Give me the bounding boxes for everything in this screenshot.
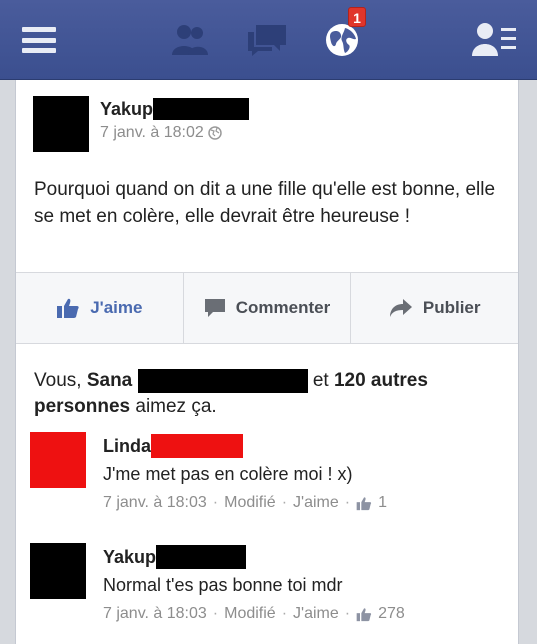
- author-row: Yakup: [100, 98, 250, 120]
- comment-label: Commenter: [235, 298, 331, 317]
- redacted-surname: [151, 434, 243, 458]
- comment-text: J'me met pas en colère moi ! x): [103, 464, 353, 484]
- public-globe-icon: [208, 126, 222, 140]
- notification-badge: 1: [348, 7, 366, 27]
- redacted-surname: [156, 545, 247, 569]
- author-name[interactable]: Yakup: [100, 99, 153, 120]
- comment-time[interactable]: 7 janv. à 18:03: [103, 605, 207, 623]
- thumbs-up-icon: [356, 607, 372, 621]
- menu-icon[interactable]: [18, 0, 60, 80]
- comment-text: Normal t'es pas bonne toi mdr: [103, 575, 343, 595]
- comment-meta: 7 janv. à 18:03 · Modifié · J'aime · 278: [103, 605, 405, 623]
- friend-requests-icon[interactable]: [168, 0, 212, 80]
- likes-prefix: Vous,: [34, 370, 87, 391]
- post-card: Yakup 7 janv. à 18:02 Pourquoi quand on …: [15, 80, 519, 644]
- comment-icon: [204, 299, 225, 317]
- thumbs-up-icon: [356, 496, 372, 510]
- thumbs-up-icon: [57, 298, 79, 318]
- messages-icon[interactable]: [244, 0, 292, 80]
- comment-author-name: Linda: [103, 435, 151, 456]
- comment-edited-label[interactable]: Modifié: [224, 494, 276, 512]
- share-label: Publier: [422, 298, 481, 317]
- comment-edited-label[interactable]: Modifié: [224, 605, 276, 623]
- post-time-text: 7 janv. à 18:02: [100, 124, 204, 141]
- comment-meta: 7 janv. à 18:03 · Modifié · J'aime · 1: [103, 494, 387, 512]
- comment-button[interactable]: Commenter: [184, 273, 352, 343]
- redacted-surname: [153, 98, 250, 120]
- author-avatar[interactable]: [33, 96, 89, 152]
- post-body: Pourquoi quand on dit a une fille qu'ell…: [34, 179, 496, 227]
- comment-like-count[interactable]: 278: [378, 605, 405, 623]
- share-button[interactable]: Publier: [351, 273, 518, 343]
- contacts-icon[interactable]: [470, 0, 520, 80]
- likes-middle: et: [312, 370, 334, 391]
- comment-avatar[interactable]: [30, 432, 86, 488]
- comment-time[interactable]: 7 janv. à 18:03: [103, 494, 207, 512]
- comment-like-button[interactable]: J'aime: [293, 494, 339, 512]
- comment-author[interactable]: Yakup: [103, 545, 247, 569]
- redacted-surname: [137, 368, 308, 393]
- comment-like-count[interactable]: 1: [378, 494, 387, 512]
- comment-avatar[interactable]: [30, 543, 86, 599]
- top-bar: 1: [0, 0, 537, 80]
- post-timestamp[interactable]: 7 janv. à 18:02: [100, 124, 222, 142]
- likes-summary[interactable]: Vous, Sana et 120 autres personnes aimez…: [34, 368, 504, 420]
- comment-author-name: Yakup: [103, 546, 157, 567]
- comment-author[interactable]: Linda: [103, 434, 243, 458]
- like-label: J'aime: [90, 298, 143, 317]
- likes-suffix: aimez ça.: [130, 396, 217, 417]
- comment-like-button[interactable]: J'aime: [293, 605, 339, 623]
- share-arrow-icon: [389, 299, 412, 317]
- likes-friend-name: Sana: [86, 370, 133, 391]
- post-actions: J'aime Commenter Publier: [16, 272, 518, 344]
- like-button[interactable]: J'aime: [16, 273, 184, 343]
